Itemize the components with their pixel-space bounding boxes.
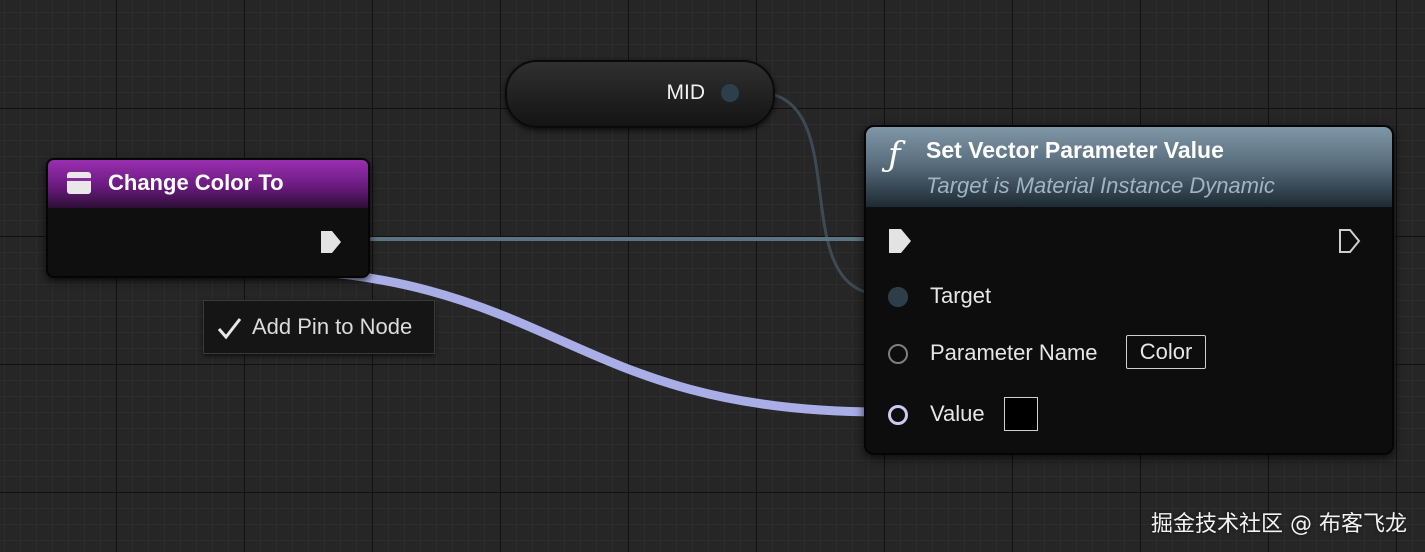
parameter-name-label: Parameter Name (930, 340, 1098, 365)
value-pin[interactable] (888, 405, 908, 425)
mid-variable-node[interactable]: MID (505, 60, 775, 128)
change-color-to-event-node[interactable]: Change Color To (46, 158, 370, 278)
target-pin-label: Target (930, 283, 992, 308)
add-pin-label: Add Pin to Node (252, 314, 413, 339)
value-color-swatch[interactable] (1004, 397, 1038, 431)
function-node-subtitle: Target is Material Instance Dynamic (926, 173, 1275, 198)
target-pin-socket[interactable] (888, 287, 908, 307)
function-node-title: Set Vector Parameter Value (926, 137, 1224, 163)
exec-input-pin[interactable] (888, 228, 912, 254)
event-node-header[interactable]: Change Color To (48, 160, 368, 208)
checkmark-icon (217, 318, 242, 340)
exec-output-pin[interactable] (1338, 228, 1362, 254)
event-node-title: Change Color To (108, 170, 284, 195)
function-node-header[interactable]: ƒ Set Vector Parameter Value Target is M… (866, 127, 1392, 207)
custom-event-icon (67, 172, 91, 194)
add-pin-to-node-hint: Add Pin to Node (203, 300, 435, 354)
parameter-name-pin[interactable] (888, 344, 908, 364)
set-vector-parameter-value-node[interactable]: ƒ Set Vector Parameter Value Target is M… (864, 125, 1394, 455)
mid-label: MID (666, 81, 706, 104)
function-icon: ƒ (888, 135, 901, 175)
watermark: 掘金技术社区 @ 布客飞龙 (1151, 512, 1407, 537)
exec-output-pin[interactable] (320, 230, 342, 254)
mid-output-pin[interactable] (721, 84, 739, 102)
parameter-name-input[interactable]: Color (1126, 335, 1206, 369)
value-pin-label: Value (930, 401, 985, 426)
